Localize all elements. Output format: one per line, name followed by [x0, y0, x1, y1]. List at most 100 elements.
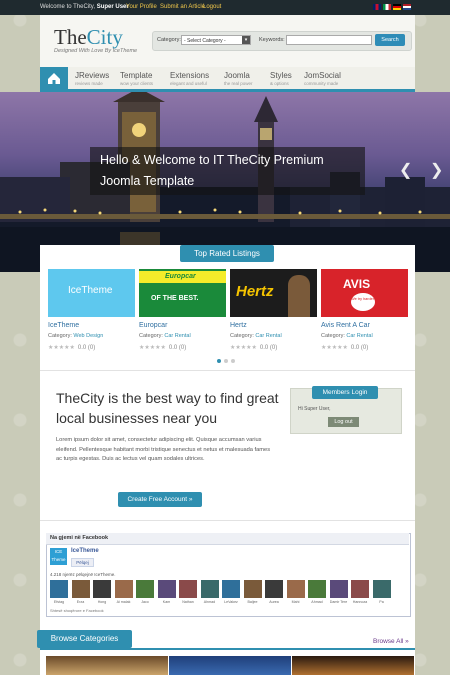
- category-label: Category:: [157, 37, 181, 43]
- nav-subtitle: community made: [304, 81, 339, 86]
- nav-title: Styles: [270, 71, 292, 80]
- star-rating-icon: ★★★★★: [139, 345, 166, 351]
- fan-name: Erza: [76, 600, 85, 604]
- category-link[interactable]: Car Rental: [346, 333, 372, 339]
- create-account-button[interactable]: Create Free Account »: [118, 492, 202, 507]
- nav-subtitle: the real power: [224, 81, 253, 86]
- listing-rating: ★★★★★ 0.0 (0): [48, 344, 95, 351]
- fan-avatar[interactable]: [50, 580, 68, 598]
- members-greeting: Hi Super User,: [298, 406, 331, 412]
- site-tagline: Designed With Love By IceTheme: [54, 48, 138, 54]
- fan-avatar[interactable]: [200, 580, 219, 598]
- flag-en-icon[interactable]: [373, 4, 381, 10]
- slider-dot[interactable]: [224, 359, 228, 363]
- submit-article-link[interactable]: Submit an Article: [160, 4, 205, 10]
- browse-categories-heading: Browse Categories: [37, 630, 132, 648]
- fan-avatar[interactable]: [351, 580, 369, 598]
- nav-item-template[interactable]: Template wow your clients: [120, 71, 153, 86]
- fan-avatar[interactable]: [243, 580, 262, 598]
- flag-de-icon[interactable]: [393, 4, 401, 10]
- promo-text: Lorem ipsum dolor sit amet, consectetur …: [56, 437, 271, 462]
- next-arrow-icon[interactable]: ❯: [430, 160, 443, 180]
- promo-title: TheCity is the best way to find great lo…: [56, 390, 279, 426]
- facebook-page-logo[interactable]: ICE Theme: [50, 548, 67, 565]
- listing-category: Category: Car Rental: [321, 333, 373, 339]
- your-profile-link[interactable]: Your Profile: [126, 4, 157, 10]
- fan-avatar[interactable]: [179, 580, 197, 598]
- welcome-username: Super User: [96, 4, 129, 10]
- fan-avatar[interactable]: [265, 580, 283, 598]
- nav-item-jreviews[interactable]: JReviews reviews made: [75, 71, 109, 86]
- slider-dot-active[interactable]: [217, 359, 221, 363]
- search-button[interactable]: Search: [375, 34, 405, 46]
- logout-link[interactable]: Logout: [203, 4, 221, 10]
- listing-category: Category: Web Design: [48, 333, 104, 339]
- fan-avatar[interactable]: [222, 580, 240, 598]
- fan-avatar[interactable]: [93, 580, 111, 598]
- welcome-message: Welcome to TheCity, Super User: [40, 4, 129, 10]
- rating-value: 0.0 (0): [77, 345, 96, 351]
- fan-avatar[interactable]: [136, 580, 154, 598]
- category-select-value: - Select Category -: [184, 38, 226, 44]
- fan-avatar[interactable]: [157, 580, 176, 598]
- nav-item-joomla[interactable]: Joomla the real power: [224, 71, 253, 86]
- facebook-page-name[interactable]: IceTheme: [71, 548, 99, 554]
- chevron-down-icon: ▾: [242, 36, 250, 44]
- listing-image-avis[interactable]: AVIS We try harder.: [321, 269, 408, 317]
- listing-title-icetheme[interactable]: IceTheme: [48, 322, 79, 329]
- nav-item-jomsocial[interactable]: JomSocial community made: [304, 71, 341, 86]
- site-logo[interactable]: TheCity: [54, 25, 123, 50]
- listing-title-hertz[interactable]: Hertz: [230, 322, 247, 329]
- top-rated-heading: Top Rated Listings: [180, 245, 274, 262]
- category-image-restaurants[interactable]: [292, 656, 414, 675]
- fan-name: Jaco: [141, 600, 149, 604]
- nav-title: JReviews: [75, 71, 110, 80]
- facebook-like-button[interactable]: Pëlqej: [71, 558, 94, 567]
- fan-name: Mahi: [291, 600, 300, 604]
- fan-name: LeVakez: [224, 600, 238, 604]
- prev-arrow-icon[interactable]: ❮: [399, 160, 412, 180]
- fan-name: Aurea: [269, 600, 279, 604]
- category-select[interactable]: - Select Category - ▾: [181, 35, 251, 45]
- logo-city: City: [86, 25, 123, 49]
- category-link[interactable]: Car Rental: [255, 333, 281, 339]
- fan-name: Baljee: [247, 600, 258, 604]
- star-rating-icon: ★★★★★: [48, 345, 75, 351]
- home-icon: [48, 73, 60, 84]
- listing-title-avis[interactable]: Avis Rent A Car: [321, 322, 370, 329]
- nav-title: Joomla: [224, 71, 250, 80]
- nav-item-styles[interactable]: Styles & options: [270, 71, 292, 86]
- fan-avatar[interactable]: [329, 580, 348, 598]
- divider: [40, 520, 415, 521]
- nav-item-extensions[interactable]: Extensions elegant and useful: [170, 71, 209, 86]
- category-link[interactable]: Web Design: [73, 333, 103, 339]
- browse-all-link[interactable]: Browse All »: [373, 638, 409, 645]
- fan-avatar[interactable]: [286, 580, 305, 598]
- fan-avatar[interactable]: [372, 580, 391, 598]
- keywords-input[interactable]: [286, 35, 372, 45]
- category-link[interactable]: Car Rental: [164, 333, 190, 339]
- listing-category: Category: Car Rental: [139, 333, 191, 339]
- flag-it-icon[interactable]: [383, 4, 391, 10]
- category-image-hotels[interactable]: [46, 656, 168, 675]
- avis-logo: AVIS: [343, 277, 371, 291]
- flag-nl-icon[interactable]: [403, 4, 411, 10]
- listing-image-hertz[interactable]: Hertz: [230, 269, 317, 317]
- keywords-label: Keywords:: [259, 37, 285, 43]
- fan-name: Pa: [379, 600, 384, 604]
- europcar-tagline: OF THE BEST.: [151, 295, 199, 302]
- fan-avatar[interactable]: [308, 580, 326, 598]
- slider-dot[interactable]: [231, 359, 235, 363]
- listing-title-europcar[interactable]: Europcar: [139, 322, 167, 329]
- listing-image-europcar[interactable]: Europcar OF THE BEST.: [139, 269, 226, 317]
- logout-button[interactable]: Log out: [328, 417, 359, 427]
- fan-avatar[interactable]: [114, 580, 133, 598]
- fan-name: Hong: [97, 600, 107, 604]
- category-image-city[interactable]: [169, 656, 291, 675]
- fan-avatar[interactable]: [71, 580, 90, 598]
- hero-title-line1: Hello & Welcome to IT TheCity Premium: [100, 153, 324, 167]
- fan-name: Efstag: [53, 600, 65, 604]
- listing-image-icetheme[interactable]: IceTheme: [48, 269, 135, 317]
- star-rating-icon: ★★★★★: [321, 345, 348, 351]
- nav-home[interactable]: [40, 67, 68, 89]
